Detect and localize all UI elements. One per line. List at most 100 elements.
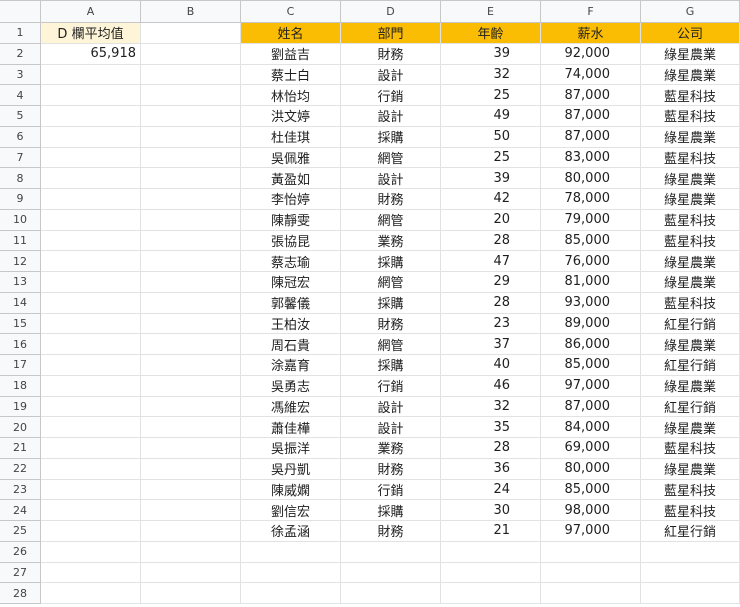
cell-company[interactable]: 綠星農業 <box>641 417 740 438</box>
header-cell-age[interactable]: 年齡 <box>441 23 541 44</box>
cell-name[interactable]: 馮維宏 <box>241 396 341 418</box>
cell-age[interactable]: 50 <box>441 126 541 148</box>
cell-company[interactable]: 藍星科技 <box>641 147 740 169</box>
cell-b13[interactable] <box>141 272 241 293</box>
cell-dept[interactable]: 行銷 <box>341 479 441 501</box>
cell-salary[interactable]: 92,000 <box>541 43 641 65</box>
cell-salary[interactable]: 69,000 <box>541 438 641 459</box>
cell-salary[interactable]: 80,000 <box>541 168 641 189</box>
cell-b25[interactable] <box>141 521 241 542</box>
cell-a19[interactable] <box>41 396 141 418</box>
cell-salary[interactable]: 87,000 <box>541 396 641 418</box>
cell-salary[interactable]: 74,000 <box>541 64 641 86</box>
cell-b7[interactable] <box>141 147 241 169</box>
cell-e27[interactable] <box>441 562 541 584</box>
cell-company[interactable]: 綠星農業 <box>641 168 740 189</box>
cell-a13[interactable] <box>41 272 141 293</box>
cell-b17[interactable] <box>141 355 241 376</box>
cell-company[interactable]: 綠星農業 <box>641 251 740 272</box>
cell-dept[interactable]: 行銷 <box>341 375 441 397</box>
cell-age[interactable]: 29 <box>441 272 541 293</box>
row-header-16[interactable]: 16 <box>0 334 41 355</box>
cell-name[interactable]: 王柏汝 <box>241 313 341 335</box>
cell-a10[interactable] <box>41 209 141 231</box>
cell-salary[interactable]: 87,000 <box>541 126 641 148</box>
header-cell-company[interactable]: 公司 <box>641 23 740 44</box>
cell-dept[interactable]: 財務 <box>341 458 441 480</box>
cell-a22[interactable] <box>41 458 141 480</box>
cell-b3[interactable] <box>141 64 241 86</box>
cell-b24[interactable] <box>141 500 241 521</box>
column-header-b[interactable]: B <box>141 1 241 23</box>
cell-e28[interactable] <box>441 583 541 604</box>
cell-b23[interactable] <box>141 479 241 501</box>
cell-dept[interactable]: 業務 <box>341 230 441 252</box>
cell-dept[interactable]: 財務 <box>341 521 441 542</box>
cell-salary[interactable]: 85,000 <box>541 479 641 501</box>
cell-b2[interactable] <box>141 43 241 65</box>
cell-salary[interactable]: 98,000 <box>541 500 641 521</box>
cell-name[interactable]: 吳振洋 <box>241 438 341 459</box>
row-header-5[interactable]: 5 <box>0 106 41 127</box>
cell-age[interactable]: 28 <box>441 438 541 459</box>
cell-dept[interactable]: 設計 <box>341 417 441 438</box>
cell-dept[interactable]: 採購 <box>341 355 441 376</box>
cell-name[interactable]: 陳冠宏 <box>241 272 341 293</box>
cell-b28[interactable] <box>141 583 241 604</box>
cell-salary[interactable]: 97,000 <box>541 521 641 542</box>
cell-company[interactable]: 藍星科技 <box>641 85 740 106</box>
cell-salary[interactable]: 85,000 <box>541 230 641 252</box>
cell-age[interactable]: 25 <box>441 85 541 106</box>
row-header-13[interactable]: 13 <box>0 272 41 293</box>
cell-company[interactable]: 紅星行銷 <box>641 313 740 335</box>
row-header-18[interactable]: 18 <box>0 375 41 397</box>
row-header-19[interactable]: 19 <box>0 396 41 418</box>
cell-a6[interactable] <box>41 126 141 148</box>
cell-name[interactable]: 林怡均 <box>241 85 341 106</box>
cell-company[interactable]: 藍星科技 <box>641 479 740 501</box>
row-header-17[interactable]: 17 <box>0 355 41 376</box>
cell-a4[interactable] <box>41 85 141 106</box>
cell-b14[interactable] <box>141 292 241 314</box>
cell-company[interactable]: 紅星行銷 <box>641 521 740 542</box>
row-header-26[interactable]: 26 <box>0 541 41 563</box>
cell-salary[interactable]: 87,000 <box>541 106 641 127</box>
cell-age[interactable]: 47 <box>441 251 541 272</box>
cell-name[interactable]: 劉益吉 <box>241 43 341 65</box>
cell-a11[interactable] <box>41 230 141 252</box>
cell-b8[interactable] <box>141 168 241 189</box>
cell-age[interactable]: 28 <box>441 230 541 252</box>
cell-salary[interactable]: 78,000 <box>541 189 641 210</box>
cell-dept[interactable]: 網管 <box>341 334 441 355</box>
row-header-8[interactable]: 8 <box>0 168 41 189</box>
row-header-22[interactable]: 22 <box>0 458 41 480</box>
cell-b16[interactable] <box>141 334 241 355</box>
column-header-d[interactable]: D <box>341 1 441 23</box>
cell-a8[interactable] <box>41 168 141 189</box>
cell-c27[interactable] <box>241 562 341 584</box>
cell-age[interactable]: 35 <box>441 417 541 438</box>
cell-a24[interactable] <box>41 500 141 521</box>
cell-a7[interactable] <box>41 147 141 169</box>
cell-age[interactable]: 24 <box>441 479 541 501</box>
column-header-e[interactable]: E <box>441 1 541 23</box>
row-header-27[interactable]: 27 <box>0 562 41 584</box>
cell-a28[interactable] <box>41 583 141 604</box>
cell-age[interactable]: 42 <box>441 189 541 210</box>
cell-salary[interactable]: 79,000 <box>541 209 641 231</box>
cell-a17[interactable] <box>41 355 141 376</box>
cell-a23[interactable] <box>41 479 141 501</box>
cell-b18[interactable] <box>141 375 241 397</box>
cell-b26[interactable] <box>141 541 241 563</box>
cell-name[interactable]: 李怡婷 <box>241 189 341 210</box>
row-header-6[interactable]: 6 <box>0 126 41 148</box>
cell-name[interactable]: 徐孟涵 <box>241 521 341 542</box>
cell-b9[interactable] <box>141 189 241 210</box>
row-header-23[interactable]: 23 <box>0 479 41 501</box>
cell-a1-summary-label[interactable]: D 欄平均值 <box>41 23 141 44</box>
cell-company[interactable]: 綠星農業 <box>641 334 740 355</box>
row-header-24[interactable]: 24 <box>0 500 41 521</box>
cell-a21[interactable] <box>41 438 141 459</box>
cell-age[interactable]: 40 <box>441 355 541 376</box>
cell-b21[interactable] <box>141 438 241 459</box>
